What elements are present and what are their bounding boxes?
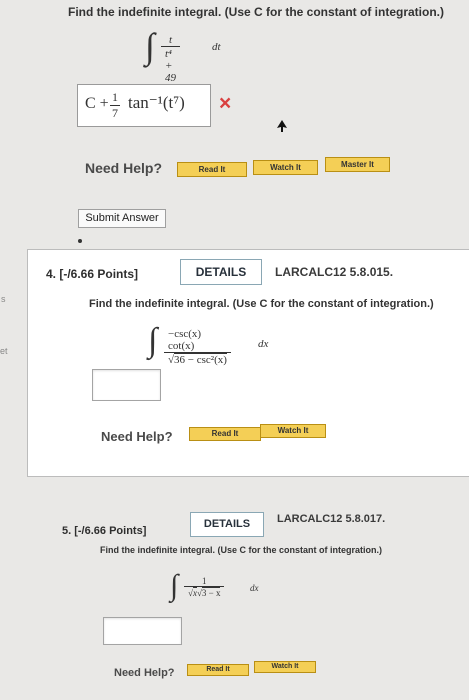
problem-reference: LARCALC12 5.8.015. <box>275 265 394 279</box>
integrand-numerator: 1 <box>201 576 207 586</box>
question-prompt: Find the indefinite integral. (Use C for… <box>68 5 445 19</box>
answer-field[interactable] <box>103 617 182 645</box>
question-prompt: Find the indefinite integral. (Use C for… <box>89 298 434 310</box>
integrand-fraction: −csc(x) cot(x) √36 − csc²(x) <box>164 328 231 366</box>
answer-frac-num: 1 <box>112 90 118 104</box>
den-right-radicand: 3 − x <box>201 587 221 598</box>
watch-it-button[interactable]: Watch It <box>254 661 316 673</box>
integral-sign: ∫ <box>170 569 179 602</box>
question-prompt: Find the indefinite integral. (Use C for… <box>100 545 383 555</box>
read-it-button[interactable]: Read It <box>187 664 249 676</box>
side-mark: et <box>0 346 8 356</box>
integrand-numerator: −csc(x) cot(x) <box>168 328 202 352</box>
differential: dx <box>250 583 259 593</box>
master-it-button[interactable]: Master It <box>325 157 390 172</box>
read-it-button[interactable]: Read It <box>189 427 261 441</box>
integrand-denominator: t⁴ + 49 <box>161 46 180 84</box>
answer-field[interactable] <box>92 369 161 401</box>
integrand-denominator: √x√3 − x <box>184 586 225 598</box>
watch-it-button[interactable]: Watch It <box>253 160 318 175</box>
integral-sign: ∫ <box>145 26 155 66</box>
details-button[interactable]: DETAILS <box>180 259 262 285</box>
question-number: 5. [-/6.66 Points] <box>62 525 147 537</box>
problem-reference: LARCALC12 5.8.017. <box>277 513 386 525</box>
question-number: 4. [-/6.66 Points] <box>46 267 139 281</box>
submit-answer-button[interactable]: Submit Answer <box>78 209 166 228</box>
bullet-dot <box>78 239 82 243</box>
den-left-radicand: x <box>192 587 197 598</box>
integral-sign: ∫ <box>148 322 158 359</box>
integrand-fraction: 1 √x√3 − x <box>184 576 225 598</box>
mouse-cursor-icon <box>277 120 287 132</box>
need-help-label: Need Help? <box>114 667 175 679</box>
integrand-denominator: √36 − csc²(x) <box>164 352 231 366</box>
answer-prefix: C + <box>85 95 109 112</box>
need-help-label: Need Help? <box>85 160 163 176</box>
answer-field[interactable]: C + 1 7 tan⁻¹(t⁷) <box>77 84 211 127</box>
need-help-label: Need Help? <box>101 429 173 444</box>
incorrect-icon: × <box>219 92 232 115</box>
answer-function: tan⁻¹(t⁷) <box>128 93 185 112</box>
side-mark: s <box>1 294 6 304</box>
details-button[interactable]: DETAILS <box>190 512 264 537</box>
read-it-button[interactable]: Read It <box>177 162 247 177</box>
integrand-fraction: t t⁴ + 49 <box>161 34 180 84</box>
answer-frac-den: 7 <box>110 105 120 120</box>
answer-fraction: 1 7 <box>110 90 120 121</box>
differential: dx <box>258 338 269 350</box>
watch-it-button[interactable]: Watch It <box>260 424 326 438</box>
radicand: 36 − csc²(x) <box>174 353 227 366</box>
differential: dt <box>212 41 221 53</box>
integrand-numerator: t <box>168 34 173 46</box>
question-4-panel: 4. [-/6.66 Points] DETAILS LARCALC12 5.8… <box>27 249 469 477</box>
